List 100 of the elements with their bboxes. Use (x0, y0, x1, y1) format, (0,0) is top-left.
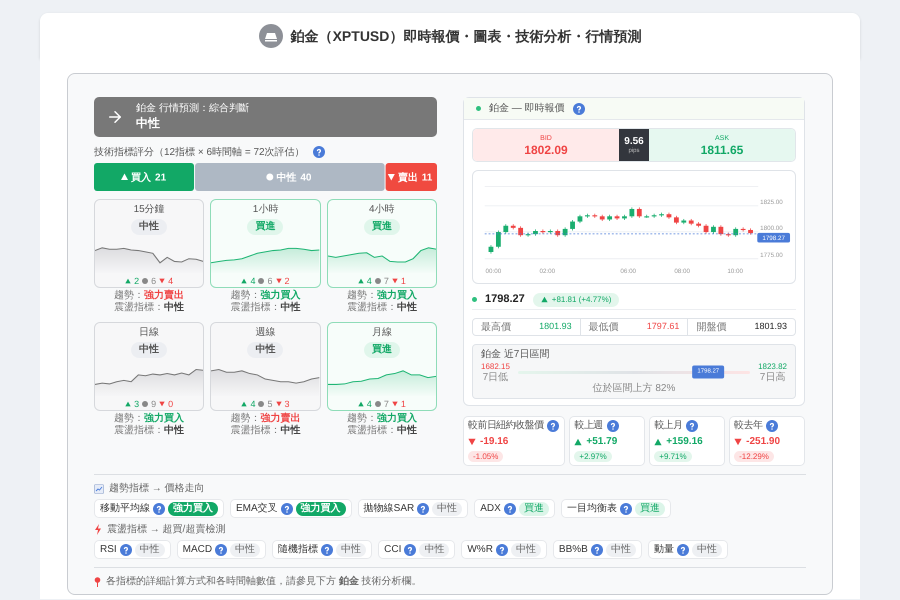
range-caption: 位於區間上方 82% (592, 383, 676, 395)
range-low: 1682.15 (481, 361, 510, 372)
indicator-name: W%R (467, 543, 493, 557)
candle (607, 214, 612, 222)
help-icon[interactable] (321, 544, 334, 556)
timeframe-name: 15分鐘 (134, 204, 165, 216)
buy-count: 4 (250, 398, 256, 410)
timeframe-name: 月線 (372, 327, 392, 339)
candle (652, 213, 657, 218)
up-triangle-icon (358, 278, 364, 284)
signal-pill: 中性 (247, 342, 284, 358)
help-icon[interactable] (504, 502, 516, 514)
buy-count: 4 (366, 275, 372, 287)
help-icon[interactable] (590, 544, 603, 556)
candle (510, 224, 516, 230)
indicator-signal: 中性 (692, 542, 722, 556)
candle (726, 232, 731, 238)
help-icon[interactable] (676, 544, 689, 556)
help-icon[interactable] (766, 420, 778, 432)
help-icon[interactable] (153, 502, 165, 514)
oscillator-summary: 震盪指標：中性 (230, 425, 300, 437)
candle (526, 232, 530, 238)
trend-summary: 趨勢：強力賣出 (114, 290, 184, 302)
group-title: 震盪指標 → 超買/超賣檢測 (107, 522, 226, 537)
down-triangle-icon (159, 401, 166, 407)
indicator-name: 移動平均線 (100, 502, 150, 516)
stat-value: 1797.61 (646, 320, 680, 334)
arrow-icon (106, 108, 124, 126)
indicator-name: MACD (182, 543, 212, 557)
candle (666, 212, 672, 220)
help-icon[interactable] (215, 544, 228, 556)
data-label: 40 (300, 172, 312, 184)
neutral-count: 9 (151, 398, 156, 410)
spread-value: 9.56 (624, 136, 644, 146)
help-icon[interactable] (404, 544, 416, 556)
help-icon[interactable] (620, 502, 632, 514)
comparison-percent: -1.05% (468, 451, 504, 462)
help-icon[interactable] (572, 102, 585, 114)
indicator-signal: 中性 (230, 542, 260, 556)
page-title: 鉑金（XPTUSD）即時報價・圖表・技術分析・行情預測 (290, 26, 642, 46)
help-icon[interactable] (606, 420, 619, 432)
range-low-label: 7日低 (482, 372, 508, 383)
indicator-signal: 買進 (634, 502, 665, 516)
candle (659, 212, 664, 218)
comparison-value: +51.79 (586, 435, 618, 449)
candle (622, 214, 627, 220)
help-icon[interactable] (547, 420, 560, 432)
segment-label: 中性 (276, 172, 296, 184)
comparison-percent: -12.29% (734, 451, 774, 462)
help-icon[interactable] (280, 502, 293, 514)
footnote: 各指標的詳細計算方式和各時間軸數值，請參見下方 鉑金 技術分析欄。 (106, 574, 422, 589)
comparison-label: 較上週 (574, 420, 603, 432)
data-label: 11 (422, 172, 432, 184)
indicator-name: CCI (384, 543, 402, 557)
signal-pill: 買進 (247, 219, 284, 235)
help-icon[interactable] (686, 420, 698, 432)
status-dot (472, 297, 477, 302)
trend-summary: 趨勢：強力買入 (230, 290, 300, 302)
dot-icon (266, 174, 274, 180)
indicator-name: RSI (100, 543, 117, 557)
buy-count: 2 (134, 275, 140, 287)
sell-count: 3 (284, 398, 290, 410)
oscillator-summary: 震盪指標：中性 (114, 425, 184, 437)
signal-pill: 買進 (364, 342, 400, 358)
indicator-name: 隨機指標 (278, 542, 318, 557)
up-triangle-icon (241, 278, 248, 284)
trend-summary: 趨勢：強力買入 (346, 413, 417, 424)
help-icon[interactable] (417, 502, 430, 514)
change-pill: +81.81 (+4.77%) (532, 292, 620, 306)
indicator-signal: 買進 (518, 502, 549, 516)
neutral-count: 6 (151, 275, 156, 287)
dot-icon (374, 401, 381, 407)
signal-pill: 中性 (131, 342, 168, 358)
indicator-signal: 中性 (134, 542, 165, 556)
score-label: 技術指標評分（12指標 × 6時間軸 = 72次評估） (94, 146, 305, 160)
buy-count: 4 (366, 398, 372, 410)
candle (688, 218, 694, 226)
help-icon[interactable] (120, 544, 132, 556)
sell-count: 1 (400, 275, 406, 287)
dot-icon (142, 278, 148, 284)
candle (681, 218, 686, 225)
signal-pill: 買進 (364, 219, 400, 235)
range-high: 1823.82 (758, 361, 787, 372)
oscillator-summary: 震盪指標：中性 (346, 425, 417, 437)
candle (718, 224, 724, 236)
candle (503, 224, 508, 234)
help-icon[interactable] (312, 146, 325, 158)
dot-icon (142, 401, 148, 407)
indicator-signal: 中性 (432, 502, 462, 516)
help-icon[interactable] (496, 544, 508, 556)
sell-count: 2 (284, 275, 290, 287)
indicator-name: 一目均衡表 (566, 502, 617, 516)
candle (748, 228, 753, 236)
pin-icon (94, 576, 101, 586)
indicator-name: 拋物線SAR (364, 502, 414, 516)
candle (496, 230, 501, 249)
indicator-signal: 強力買入 (296, 502, 346, 516)
indicator-name: BB%B (558, 543, 588, 557)
up-triangle-icon (540, 296, 548, 303)
candle (733, 226, 738, 238)
